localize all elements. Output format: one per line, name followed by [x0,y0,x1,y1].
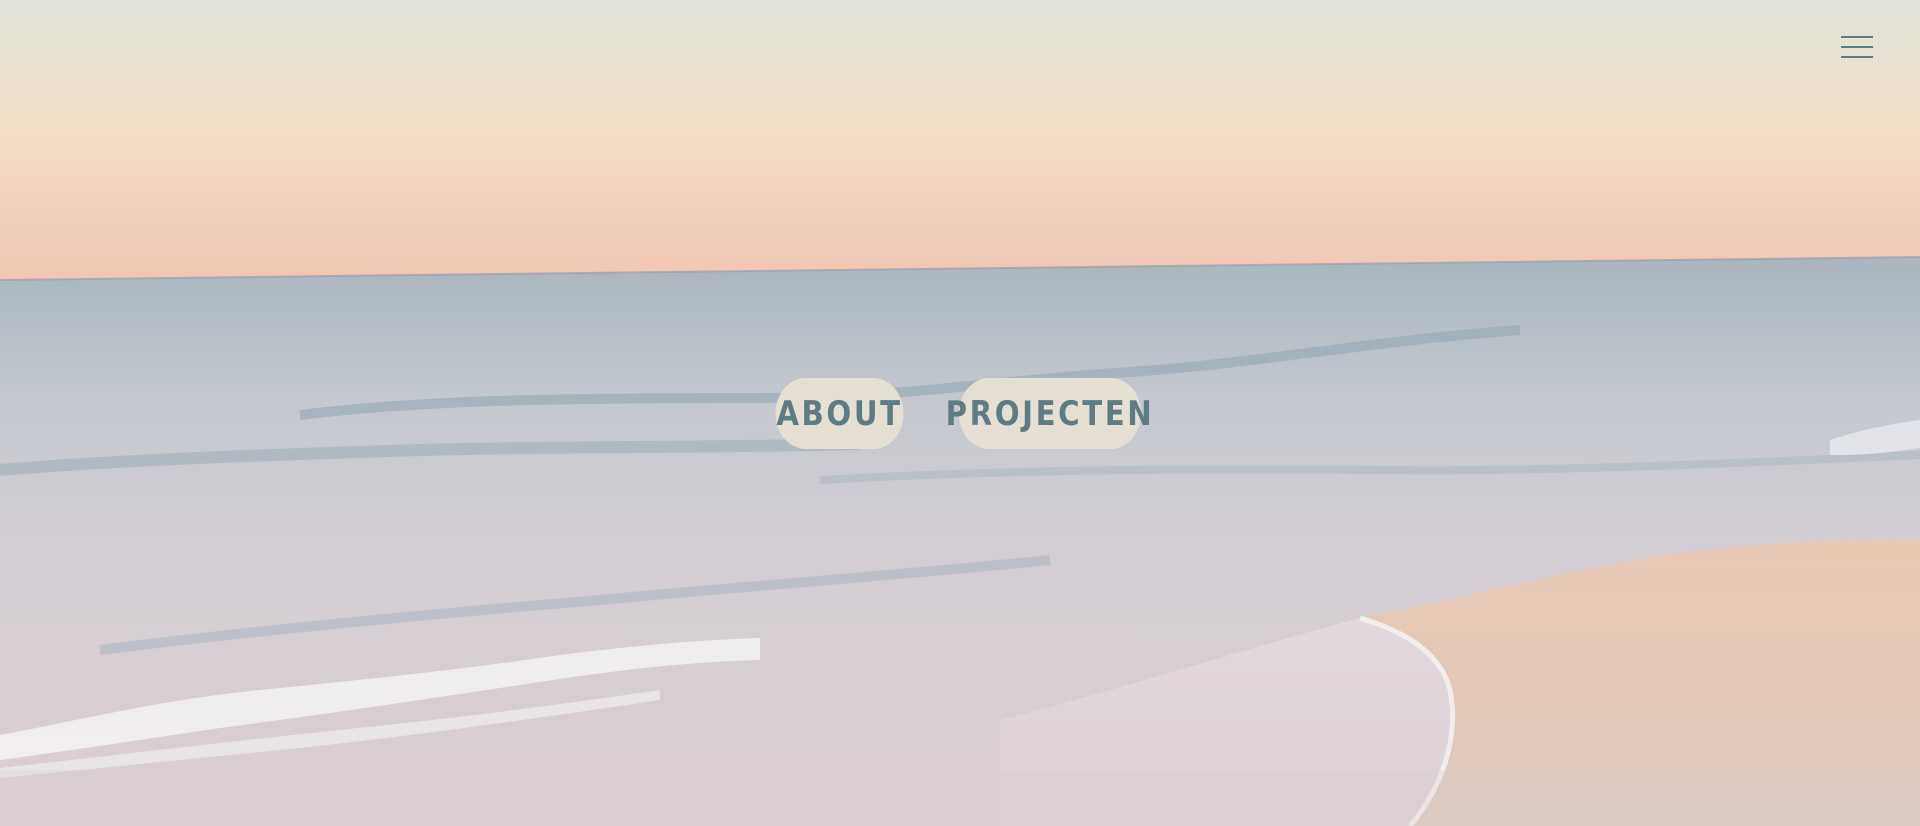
menu-button[interactable] [1840,34,1874,60]
about-button[interactable]: ABOUT [774,378,904,449]
projecten-button[interactable]: PROJECTEN [945,378,1151,449]
hamburger-menu-icon [1841,36,1873,58]
main-nav: ABOUT PROJECTEN [0,378,1920,449]
